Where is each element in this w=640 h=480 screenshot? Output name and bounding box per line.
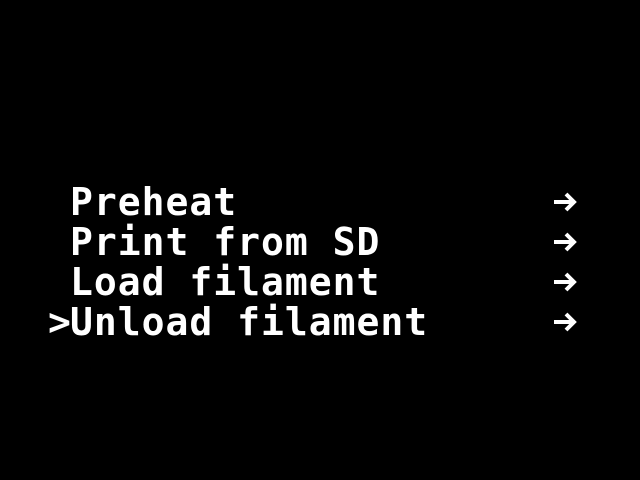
right-arrow-icon <box>548 182 582 222</box>
menu-item-unload-filament[interactable]: > Unload filament <box>48 302 596 342</box>
right-arrow-icon <box>548 222 582 262</box>
menu-item-print-from-sd[interactable]: Print from SD <box>48 222 596 262</box>
menu-item-label: Load filament <box>70 260 381 304</box>
menu-item-label: Preheat <box>70 180 238 224</box>
main-menu: Preheat Print from SD Load filament > Un… <box>48 182 596 342</box>
menu-item-preheat[interactable]: Preheat <box>48 182 596 222</box>
menu-item-label: Unload filament <box>70 300 429 344</box>
selection-cursor: > <box>48 300 72 344</box>
lcd-screen: Preheat Print from SD Load filament > Un… <box>0 0 640 480</box>
menu-item-label: Print from SD <box>70 220 381 264</box>
right-arrow-icon <box>548 262 582 302</box>
right-arrow-icon <box>548 302 582 342</box>
menu-item-load-filament[interactable]: Load filament <box>48 262 596 302</box>
